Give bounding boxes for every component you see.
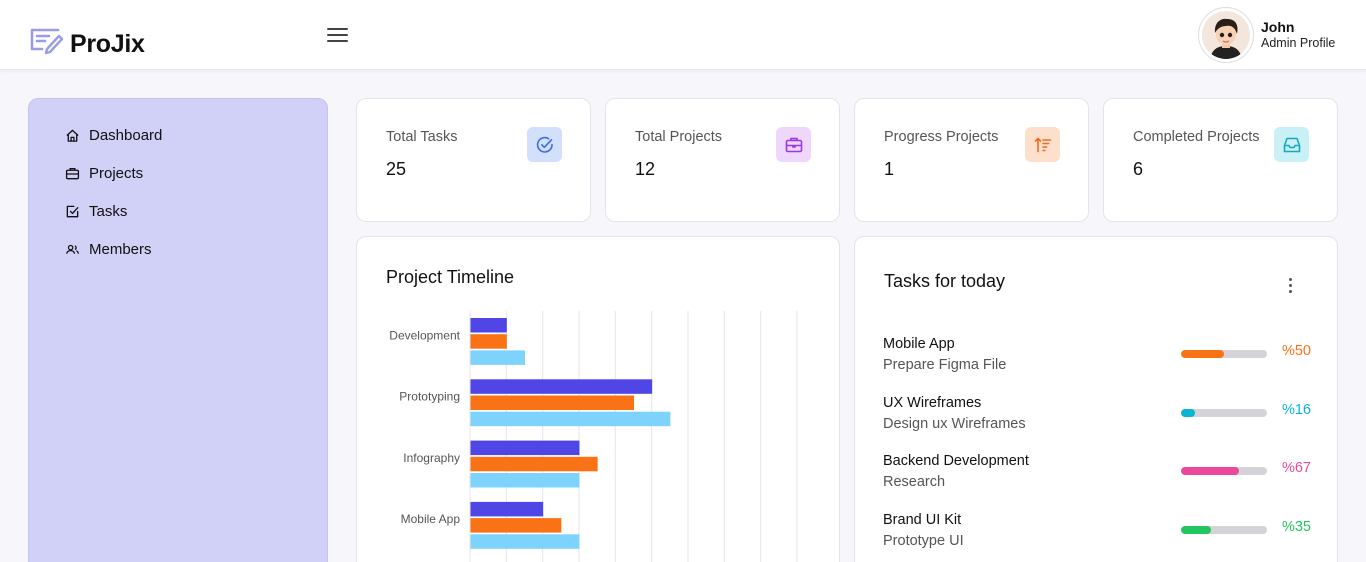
chart-bar[interactable]: [470, 350, 526, 365]
stat-card-progress-projects: Progress Projects 1: [854, 98, 1089, 222]
task-title: UX Wireframes: [883, 395, 982, 411]
task-item[interactable]: UX Wireframes Design ux Wireframes %16: [883, 395, 1311, 439]
sidebar-item-dashboard[interactable]: Dashboard: [65, 127, 162, 144]
task-subtitle: Prepare Figma File: [883, 357, 1007, 373]
task-progress-fill: [1181, 526, 1212, 534]
inbox-icon: [1274, 127, 1309, 162]
user-profile[interactable]: John Admin Profile: [1198, 7, 1335, 63]
task-subtitle: Prototype UI: [883, 533, 964, 549]
check-circle-icon: [527, 127, 562, 162]
chart-bar[interactable]: [470, 395, 635, 411]
avatar[interactable]: [1198, 7, 1254, 63]
chart-bar[interactable]: [470, 334, 507, 349]
stat-card-total-tasks: Total Tasks 25: [356, 98, 591, 222]
task-subtitle: Research: [883, 474, 946, 490]
task-progress-fill: [1181, 467, 1239, 475]
chart-bar[interactable]: [470, 473, 580, 488]
task-item[interactable]: Mobile App Prepare Figma File %50: [883, 336, 1311, 380]
task-progress-bar: [1181, 467, 1267, 475]
task-progress-label: %35: [1281, 519, 1311, 535]
chart-bar[interactable]: [470, 518, 562, 533]
chart-bar[interactable]: [470, 318, 507, 333]
sidebar-item-label: Members: [89, 241, 152, 258]
task-title: Mobile App: [883, 336, 955, 352]
app-logo[interactable]: ProJix: [30, 20, 145, 59]
chart-category-label: Mobile App: [401, 512, 461, 526]
sort-arrow-icon: [1025, 127, 1060, 162]
stat-label: Total Projects: [635, 129, 723, 145]
stat-card-completed-projects: Completed Projects 6: [1103, 98, 1338, 222]
task-progress-label: %16: [1281, 402, 1311, 418]
sidebar-item-label: Dashboard: [89, 127, 163, 144]
briefcase-icon: [776, 127, 811, 162]
chart-bar[interactable]: [470, 534, 580, 549]
project-timeline-chart: Development Prototyping Infography Mobile A…: [389, 311, 798, 562]
stat-card-total-projects: Total Projects 12: [605, 98, 840, 222]
app-name: ProJix: [70, 30, 145, 58]
task-item[interactable]: Brand UI Kit Prototype UI %35: [883, 512, 1311, 556]
task-progress-bar: [1181, 350, 1267, 358]
briefcase-icon: [65, 167, 80, 180]
stat-value: 25: [386, 159, 407, 179]
stat-label: Total Tasks: [386, 129, 458, 145]
sidebar-item-members[interactable]: Members: [65, 241, 152, 258]
project-timeline-card: Project Timeline Development Prototyping I…: [356, 236, 840, 562]
stat-value: 12: [635, 159, 656, 179]
stat-value: 6: [1133, 159, 1144, 179]
task-progress-label: %67: [1281, 460, 1311, 476]
task-title: Brand UI Kit: [883, 512, 962, 528]
top-header: ProJix John Admin Profile: [0, 0, 1366, 70]
sidebar: Dashboard Projects Tasks Members: [28, 98, 328, 562]
chart-category-label: Prototyping: [399, 390, 460, 404]
hamburger-menu-icon[interactable]: [326, 25, 350, 47]
card-title: Tasks for today: [884, 271, 1006, 291]
chart-bar[interactable]: [470, 379, 653, 394]
task-progress-bar: [1181, 526, 1267, 534]
chart-bar[interactable]: [470, 501, 544, 517]
task-subtitle: Design ux Wireframes: [883, 416, 1026, 432]
task-progress-label: %50: [1281, 343, 1311, 359]
stat-value: 1: [884, 159, 895, 179]
users-icon: [66, 244, 80, 254]
chart-category-label: Development: [389, 328, 460, 342]
home-icon: [66, 129, 79, 142]
avatar-image: [1202, 11, 1250, 59]
stat-label: Completed Projects: [1133, 129, 1260, 145]
chart-category-label: Infography: [403, 451, 460, 465]
user-name: John: [1261, 19, 1295, 35]
user-role: Admin Profile: [1261, 36, 1336, 50]
sidebar-item-label: Projects: [89, 165, 144, 182]
sidebar-item-label: Tasks: [89, 203, 128, 220]
task-progress-fill: [1181, 350, 1224, 358]
checkbox-icon: [66, 205, 79, 218]
logo-icon: [30, 28, 64, 54]
tasks-today-card: Tasks for today Mobile App Prepare Figma…: [854, 236, 1338, 562]
stat-label: Progress Projects: [884, 129, 999, 145]
task-progress-bar: [1181, 409, 1267, 417]
more-options-icon[interactable]: [1287, 278, 1293, 296]
task-progress-fill: [1181, 409, 1195, 417]
task-item[interactable]: Backend Development Research %67: [883, 453, 1311, 497]
chart-bar[interactable]: [470, 440, 580, 456]
task-title: Backend Development: [883, 453, 1029, 469]
chart-bar[interactable]: [470, 456, 598, 472]
sidebar-item-tasks[interactable]: Tasks: [65, 203, 127, 220]
chart-bar[interactable]: [470, 411, 671, 427]
sidebar-item-projects[interactable]: Projects: [65, 165, 143, 182]
